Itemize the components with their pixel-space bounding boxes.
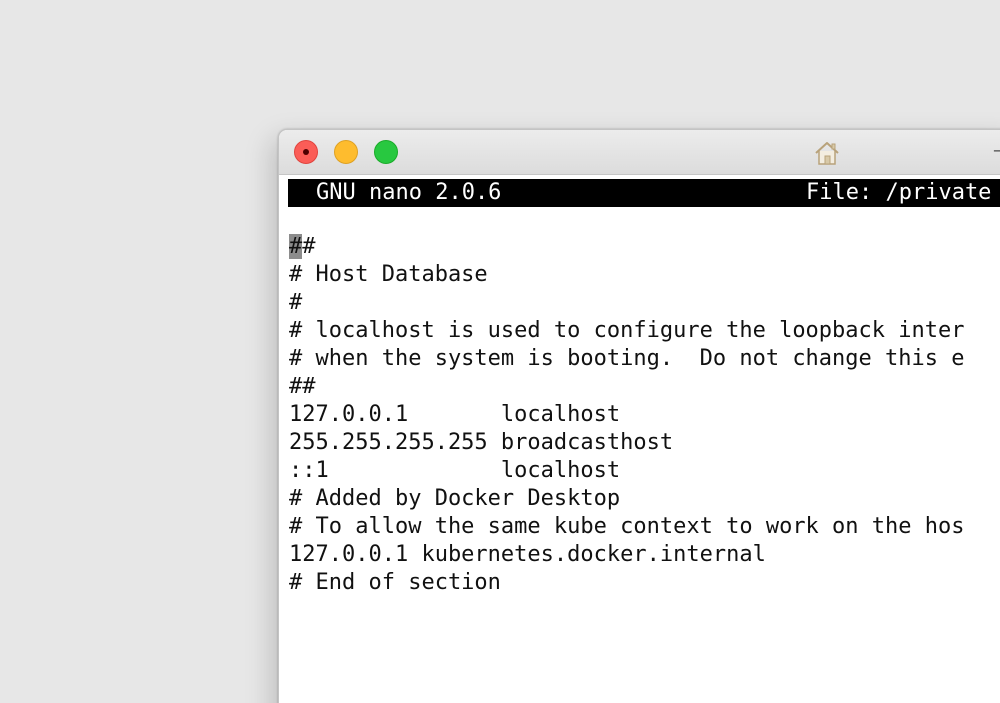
close-button[interactable] xyxy=(294,140,318,164)
editor-line[interactable]: # Added by Docker Desktop xyxy=(289,485,965,513)
editor-line[interactable]: ## xyxy=(289,373,965,401)
editor-line[interactable]: 127.0.0.1 localhost xyxy=(289,401,965,429)
maximize-button[interactable] xyxy=(374,140,398,164)
editor-line[interactable]: 127.0.0.1 kubernetes.docker.internal xyxy=(289,541,965,569)
editor-line[interactable]: # Host Database xyxy=(289,261,965,289)
editor-line[interactable]: # End of section xyxy=(289,569,965,597)
editor-line[interactable]: # when the system is booting. Do not cha… xyxy=(289,345,965,373)
editor-line[interactable]: # xyxy=(289,289,965,317)
editor-line[interactable]: ## xyxy=(289,233,965,261)
editor-line[interactable]: 255.255.255.255 broadcasthost xyxy=(289,429,965,457)
terminal-view[interactable]: GNU nano 2.0.6 File: /private ## # Host D… xyxy=(279,175,1000,703)
terminal-window[interactable]: – GNU nano 2.0.6 File: /private ### Host… xyxy=(278,129,1000,703)
title-bar[interactable]: – xyxy=(279,130,1000,175)
desktop: – GNU nano 2.0.6 File: /private ### Host… xyxy=(0,0,1000,703)
minimize-button[interactable] xyxy=(334,140,358,164)
editor-buffer[interactable]: ## # Host Database # # localhost is used to… xyxy=(289,233,965,597)
nano-version: GNU nano 2.0.6 xyxy=(316,180,502,205)
editor-line[interactable]: ::1 localhost xyxy=(289,457,965,485)
home-icon xyxy=(815,142,839,165)
editor-line[interactable]: # localhost is used to configure the loo… xyxy=(289,317,965,345)
text-cursor: # xyxy=(289,234,303,259)
nano-file-path: File: /private xyxy=(806,180,992,205)
editor-line[interactable]: # To allow the same kube context to work… xyxy=(289,513,965,541)
window-title: – xyxy=(993,140,1000,161)
close-icon xyxy=(303,149,309,155)
nano-header-bar: GNU nano 2.0.6 File: /private xyxy=(288,179,1000,207)
line-text: # xyxy=(302,234,316,259)
